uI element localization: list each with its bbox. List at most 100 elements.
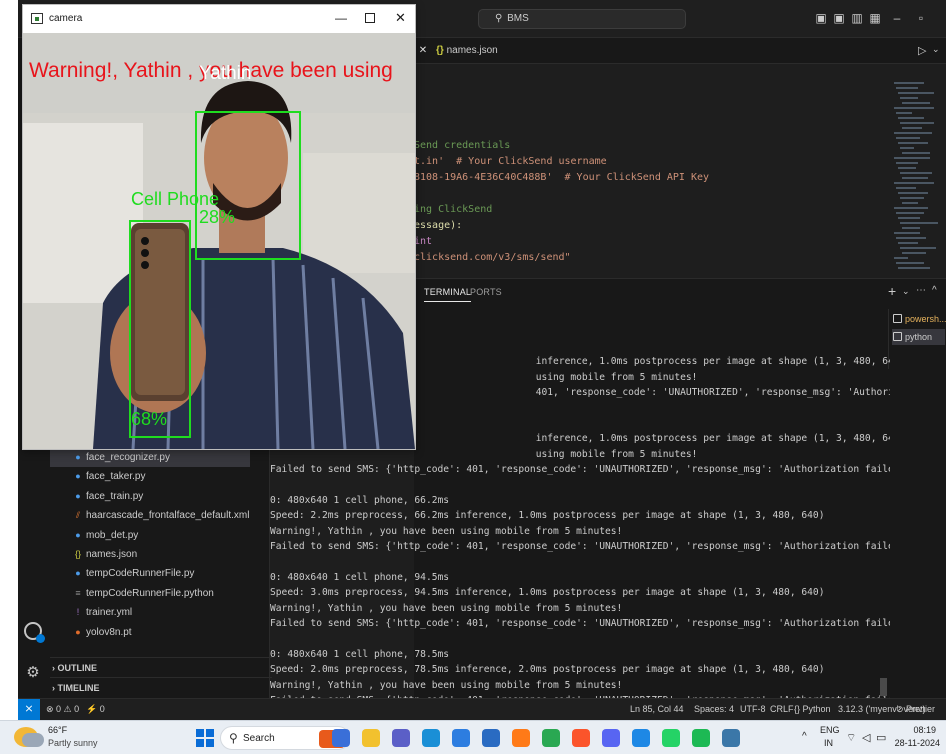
show-hidden-icons[interactable]: ^ bbox=[802, 731, 807, 742]
spotify-icon[interactable] bbox=[692, 729, 710, 747]
minimap-line bbox=[900, 147, 914, 149]
file-item[interactable]: ● yolov8n.pt bbox=[50, 623, 131, 642]
indentation[interactable]: Spaces: 4 bbox=[694, 704, 734, 714]
file-item[interactable]: ⫽ haarcascade_frontalface_default.xml bbox=[50, 506, 249, 525]
prettier-status[interactable]: ⊘ Prettier bbox=[896, 704, 944, 715]
terminal-line: 0: 480x640 1 cell phone, 78.5ms bbox=[270, 648, 450, 660]
weather-temp[interactable]: 66°F bbox=[48, 725, 67, 735]
minimap-line bbox=[900, 222, 938, 224]
tab-ports[interactable]: PORTS bbox=[470, 287, 502, 297]
timeline-section[interactable]: › TIMELINE bbox=[50, 677, 272, 697]
code-line: ing ClickSend bbox=[414, 204, 493, 215]
store-icon[interactable] bbox=[452, 729, 470, 747]
app-icon bbox=[31, 13, 43, 24]
minimap-line bbox=[898, 242, 918, 244]
file-item[interactable]: ● mob_det.py bbox=[50, 526, 138, 545]
terminal-instance-powershell[interactable]: powersh... bbox=[892, 311, 946, 327]
file-item[interactable]: ● face_taker.py bbox=[50, 467, 145, 486]
language-primary[interactable]: ENG bbox=[820, 725, 840, 735]
firefox-icon[interactable] bbox=[512, 729, 530, 747]
whatsapp-icon[interactable] bbox=[662, 729, 680, 747]
libreoffice-icon[interactable] bbox=[482, 729, 500, 747]
face-confidence-label: 28% bbox=[199, 207, 236, 227]
maximize-icon[interactable]: ▫ bbox=[914, 11, 928, 25]
code-line: essage): bbox=[414, 220, 463, 231]
clock-date[interactable]: 28-11-2024 bbox=[890, 738, 940, 748]
start-windows-icon[interactable] bbox=[196, 729, 214, 747]
outline-label: OUTLINE bbox=[57, 663, 98, 673]
wifi-icon[interactable]: ⌔ bbox=[846, 731, 856, 745]
teams-icon[interactable] bbox=[392, 729, 410, 747]
file-item[interactable]: ● face_train.py bbox=[50, 487, 143, 506]
python-app-icon[interactable] bbox=[722, 729, 740, 747]
edge-icon[interactable] bbox=[422, 729, 440, 747]
xml-icon: ⫽ bbox=[75, 510, 80, 521]
ports-count[interactable]: ⚡ 0 bbox=[86, 704, 105, 715]
code-editor[interactable]: Send credentials t.in' # Your ClickSend u… bbox=[414, 64, 894, 278]
run-icon[interactable]: ▷ bbox=[918, 44, 926, 57]
vscode-icon[interactable] bbox=[632, 729, 650, 747]
file-name: face_train.py bbox=[86, 490, 144, 502]
language-mode[interactable]: {} Python bbox=[794, 704, 831, 714]
language-secondary[interactable]: IN bbox=[824, 738, 833, 748]
minimap-line bbox=[898, 142, 928, 144]
minimize-icon[interactable]: — bbox=[335, 11, 347, 25]
weather-desc[interactable]: Partly sunny bbox=[48, 738, 98, 748]
python-icon: ● bbox=[75, 471, 81, 482]
toggle-secondary-sidebar-icon[interactable]: ▥ bbox=[850, 11, 864, 25]
clock-time[interactable]: 08:19 bbox=[902, 725, 936, 735]
terminal-dropdown-icon[interactable]: ⌄ bbox=[902, 286, 910, 297]
copilot-icon[interactable] bbox=[332, 729, 350, 747]
minimize-icon[interactable]: – bbox=[890, 11, 904, 25]
maximize-panel-icon[interactable]: ^ bbox=[932, 285, 937, 296]
terminal-line: Speed: 2.0ms preprocess, 78.5ms inferenc… bbox=[270, 664, 825, 676]
minimap-line bbox=[902, 227, 920, 229]
new-terminal-icon[interactable]: + bbox=[888, 283, 896, 299]
terminal-line: Speed: 2.2ms preprocess, 66.2ms inferenc… bbox=[270, 510, 825, 522]
settings-gear-icon[interactable]: ⚙ bbox=[24, 664, 42, 682]
problems-count[interactable]: ⊗ 0 ⚠ 0 bbox=[46, 704, 79, 715]
terminal-instance-python[interactable]: python bbox=[892, 329, 945, 345]
code-line: int bbox=[414, 236, 433, 247]
json-icon: {} bbox=[436, 45, 444, 56]
command-center-search[interactable]: ⚲ BMS bbox=[478, 9, 686, 29]
outline-section[interactable]: › OUTLINE bbox=[50, 657, 272, 677]
maximize-icon[interactable] bbox=[365, 13, 375, 23]
code-line: t.in' # Your ClickSend username bbox=[414, 156, 607, 167]
close-icon[interactable]: ✕ bbox=[395, 10, 406, 26]
camera-title-bar[interactable]: camera — ✕ bbox=[23, 5, 415, 33]
camera-window[interactable]: camera — ✕ Warning!, Yathin , you have b… bbox=[22, 4, 416, 450]
object-label: Cell Phone bbox=[131, 189, 220, 209]
chrome-icon[interactable] bbox=[542, 729, 560, 747]
toggle-panel-icon[interactable]: ▣ bbox=[832, 11, 846, 25]
close-tab-icon[interactable]: ✕ bbox=[414, 38, 432, 64]
terminal-scrollbar[interactable] bbox=[880, 678, 887, 696]
customize-layout-icon[interactable]: ▦ bbox=[868, 11, 882, 25]
file-explorer-icon[interactable] bbox=[362, 729, 380, 747]
taskbar-search-label: Search bbox=[243, 733, 275, 744]
code-line: Send credentials bbox=[414, 140, 511, 151]
file-item[interactable]: ● face_recognizer.py bbox=[50, 448, 250, 467]
minimap-line bbox=[894, 207, 928, 209]
line-ending[interactable]: CRLF bbox=[770, 704, 794, 714]
file-item[interactable]: ● tempCodeRunnerFile.py bbox=[50, 564, 194, 583]
file-item[interactable]: ! trainer.yml bbox=[50, 603, 132, 622]
battery-icon[interactable]: ▭ bbox=[876, 731, 886, 744]
encoding[interactable]: UTF-8 bbox=[740, 704, 766, 714]
split-editor-icon[interactable]: ⌄ bbox=[932, 44, 940, 55]
file-name: face_recognizer.py bbox=[86, 452, 170, 463]
minimap[interactable] bbox=[894, 82, 940, 272]
tab-names-json[interactable]: {} names.json bbox=[436, 38, 498, 64]
toggle-primary-sidebar-icon[interactable]: ▣ bbox=[814, 11, 828, 25]
taskbar-search-box[interactable]: ⚲ Search bbox=[220, 726, 350, 750]
more-actions-icon[interactable]: ⋯ bbox=[916, 285, 926, 296]
volume-icon[interactable]: ◁ bbox=[862, 731, 870, 744]
brave-icon[interactable] bbox=[572, 729, 590, 747]
remote-indicator-icon[interactable]: ⨯ bbox=[18, 699, 40, 720]
file-item[interactable]: ≡ tempCodeRunnerFile.python bbox=[50, 584, 214, 603]
minimap-line bbox=[894, 232, 920, 234]
cursor-position[interactable]: Ln 85, Col 44 bbox=[630, 704, 684, 714]
file-item[interactable]: {} names.json bbox=[50, 545, 137, 564]
discord-icon[interactable] bbox=[602, 729, 620, 747]
terminal-line: Speed: 3.0ms preprocess, 94.5ms inferenc… bbox=[270, 587, 825, 599]
